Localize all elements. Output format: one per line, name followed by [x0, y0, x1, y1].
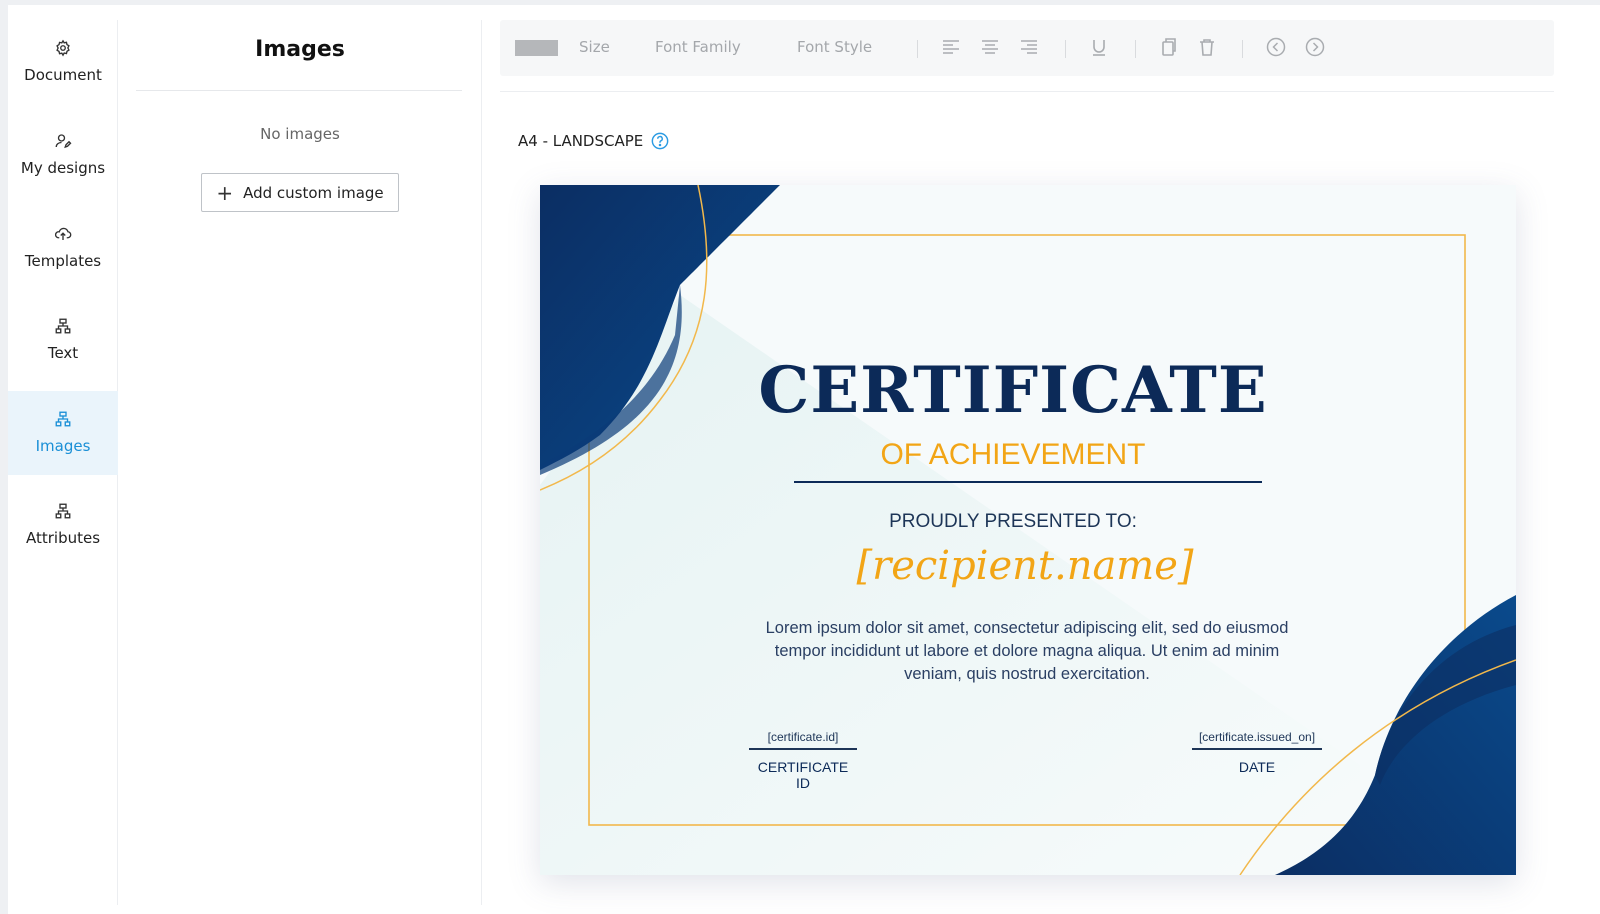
certificate-date-value: [certificate.issued_on]: [1192, 730, 1322, 750]
toolbar-divider: [1135, 40, 1136, 58]
images-panel: Images No images + Add custom image: [118, 20, 482, 905]
page-format-text: A4 - LANDSCAPE: [518, 132, 644, 150]
toolbar-underline: [500, 91, 1554, 92]
certificate-canvas[interactable]: CERTIFICATE OF ACHIEVEMENT PROUDLY PRESE…: [540, 185, 1516, 875]
nav-label-attributes: Attributes: [25, 529, 101, 547]
nav-label-my-designs: My designs: [20, 159, 106, 177]
empty-state-text: No images: [260, 125, 340, 143]
toolbar-divider: [1065, 40, 1066, 58]
certificate-body-text[interactable]: Lorem ipsum dolor sit amet, consectetur …: [762, 617, 1292, 686]
nav-item-templates[interactable]: Templates: [8, 206, 118, 290]
certificate-date-caption: DATE: [1238, 759, 1276, 775]
help-icon[interactable]: [651, 132, 669, 150]
panel-title: Images: [255, 37, 345, 62]
app-window: Document My designs Templates Text Image…: [8, 5, 1600, 914]
copy-icon[interactable]: [1157, 36, 1179, 58]
certificate-id-block[interactable]: [certificate.id] CERTIFICATE ID: [749, 730, 857, 791]
trash-icon[interactable]: [1196, 36, 1218, 58]
sitemap-icon: [53, 316, 73, 336]
sitemap-icon: [53, 501, 73, 521]
font-family-dropdown[interactable]: Font Family: [655, 38, 741, 56]
nav-item-my-designs[interactable]: My designs: [8, 113, 118, 197]
add-custom-image-label: Add custom image: [243, 183, 384, 202]
align-right-icon[interactable]: [1018, 36, 1040, 58]
certificate-title[interactable]: CERTIFICATE: [540, 353, 1486, 428]
panel-divider: [136, 90, 462, 91]
user-edit-icon: [53, 131, 73, 151]
recipient-name-placeholder[interactable]: [recipient.name]: [540, 543, 1510, 589]
presented-to-text[interactable]: PROUDLY PRESENTED TO:: [540, 511, 1486, 533]
page-format-label: A4 - LANDSCAPE: [518, 132, 669, 150]
sitemap-icon: [53, 409, 73, 429]
undo-arrow-icon[interactable]: [1265, 36, 1287, 58]
size-dropdown[interactable]: Size: [579, 38, 610, 56]
certificate-subtitle[interactable]: OF ACHIEVEMENT: [540, 438, 1486, 472]
toolbar-divider: [917, 40, 918, 58]
nav-item-document[interactable]: Document: [8, 20, 118, 104]
left-nav: Document My designs Templates Text Image…: [8, 20, 118, 905]
certificate-id-caption: CERTIFICATE ID: [757, 759, 849, 791]
nav-label-text: Text: [47, 344, 79, 362]
align-left-icon[interactable]: [940, 36, 962, 58]
formatting-toolbar: Size Font Family Font Style: [500, 20, 1554, 76]
plus-icon: +: [216, 180, 234, 205]
nav-label-document: Document: [24, 66, 102, 84]
nav-label-images: Images: [35, 437, 91, 455]
color-swatch[interactable]: [515, 40, 558, 56]
certificate-id-value: [certificate.id]: [749, 730, 857, 750]
gear-icon: [53, 38, 73, 58]
nav-label-templates: Templates: [24, 252, 102, 270]
title-underline: [794, 481, 1262, 483]
nav-item-text[interactable]: Text: [8, 298, 118, 382]
certificate-date-block[interactable]: [certificate.issued_on] DATE: [1192, 730, 1322, 775]
align-center-icon[interactable]: [979, 36, 1001, 58]
toolbar-divider: [1242, 40, 1243, 58]
nav-item-attributes[interactable]: Attributes: [8, 483, 118, 567]
font-style-dropdown[interactable]: Font Style: [797, 38, 872, 56]
underline-icon[interactable]: [1088, 36, 1110, 58]
add-custom-image-button[interactable]: + Add custom image: [201, 173, 399, 212]
cloud-upload-icon: [53, 224, 73, 244]
redo-arrow-icon[interactable]: [1304, 36, 1326, 58]
nav-item-images[interactable]: Images: [8, 391, 118, 475]
